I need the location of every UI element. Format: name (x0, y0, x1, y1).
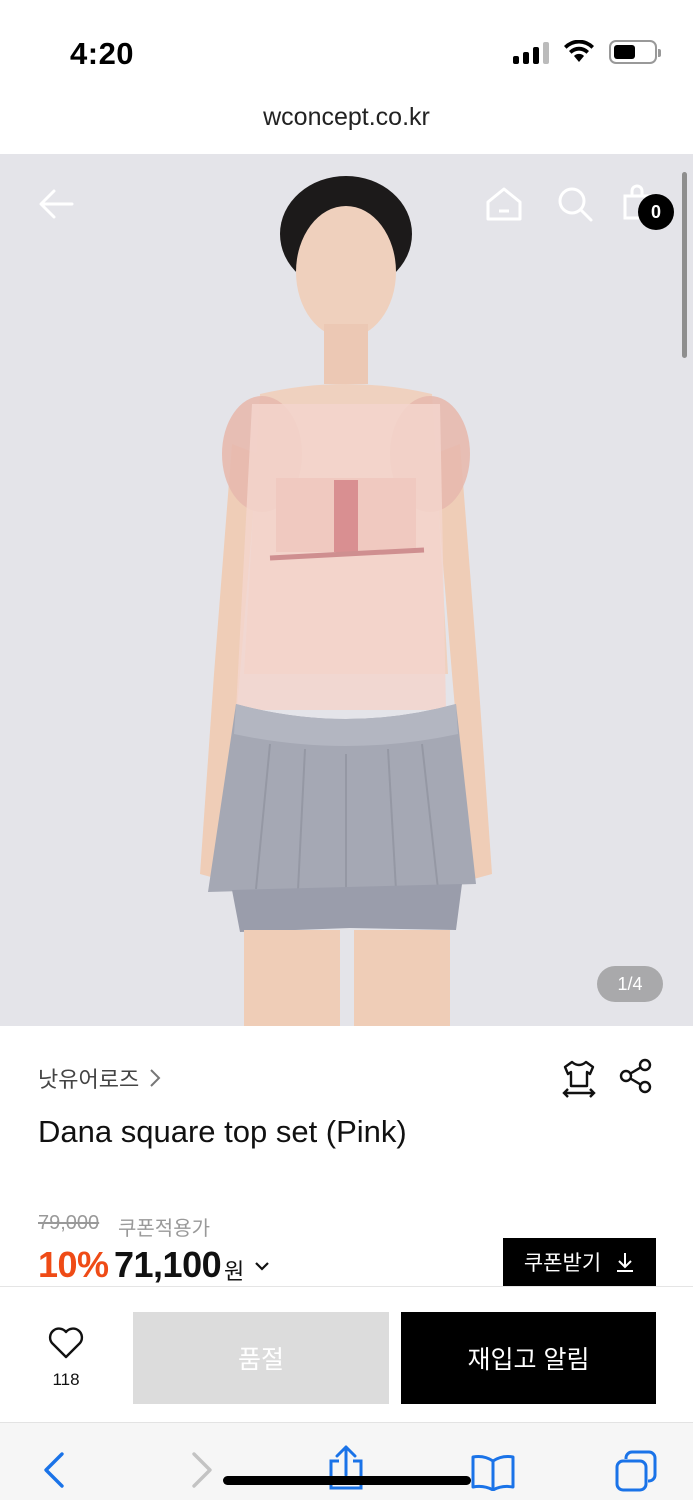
page-scrollbar[interactable] (682, 172, 687, 358)
url-bar[interactable]: wconcept.co.kr (0, 96, 693, 154)
product-actions (561, 1058, 653, 1098)
product-info: 낫유어로즈 Dana square top set (Pink) 79,000 … (0, 1026, 693, 1286)
search-icon[interactable] (555, 184, 595, 224)
get-coupon-button[interactable]: 쿠폰받기 (503, 1238, 656, 1286)
browser-toolbar (0, 1422, 693, 1500)
product-title: Dana square top set (Pink) (38, 1114, 407, 1149)
chevron-down-icon[interactable] (254, 1260, 270, 1272)
brand-link[interactable]: 낫유어로즈 (38, 1062, 161, 1094)
discount-rate: 10% (38, 1244, 109, 1285)
battery-icon (609, 40, 661, 64)
size-guide-icon[interactable] (561, 1058, 597, 1098)
original-price: 79,000 (38, 1212, 100, 1234)
get-coupon-label: 쿠폰받기 (523, 1252, 602, 1275)
share-icon[interactable] (619, 1058, 653, 1094)
purchase-bar: 118 품절 재입고 알림 (0, 1286, 693, 1422)
status-icons (513, 40, 661, 64)
download-icon (617, 1253, 634, 1272)
home-indicator[interactable] (223, 1476, 471, 1485)
coupon-price-label: 쿠폰적용가 (118, 1218, 210, 1240)
browser-back-icon[interactable] (42, 1451, 66, 1489)
currency-unit: 원 (224, 1259, 245, 1284)
back-arrow-icon[interactable] (36, 184, 76, 224)
wifi-icon (564, 40, 594, 62)
soldout-button[interactable]: 품절 (133, 1312, 389, 1404)
bookmarks-icon[interactable] (470, 1453, 516, 1491)
status-bar: 4:20 (0, 0, 693, 100)
cart-count-badge[interactable]: 0 (638, 194, 674, 230)
product-image-carousel[interactable]: 0 1/4 (0, 154, 693, 1026)
chevron-right-icon (150, 1069, 161, 1087)
restock-alert-button[interactable]: 재입고 알림 (401, 1312, 656, 1404)
brand-name: 낫유어로즈 (38, 1067, 140, 1092)
home-icon[interactable] (484, 184, 524, 224)
product-photo (0, 154, 693, 1026)
status-time: 4:20 (70, 36, 135, 71)
like-count: 118 (52, 1370, 80, 1389)
cellular-signal-icon (513, 40, 549, 64)
like-button[interactable]: 118 (40, 1327, 92, 1390)
image-pager: 1/4 (597, 966, 663, 1002)
browser-forward-icon[interactable] (190, 1451, 214, 1489)
tabs-icon[interactable] (614, 1449, 658, 1493)
heart-icon (48, 1327, 84, 1359)
sale-price: 71,100 (114, 1244, 222, 1285)
